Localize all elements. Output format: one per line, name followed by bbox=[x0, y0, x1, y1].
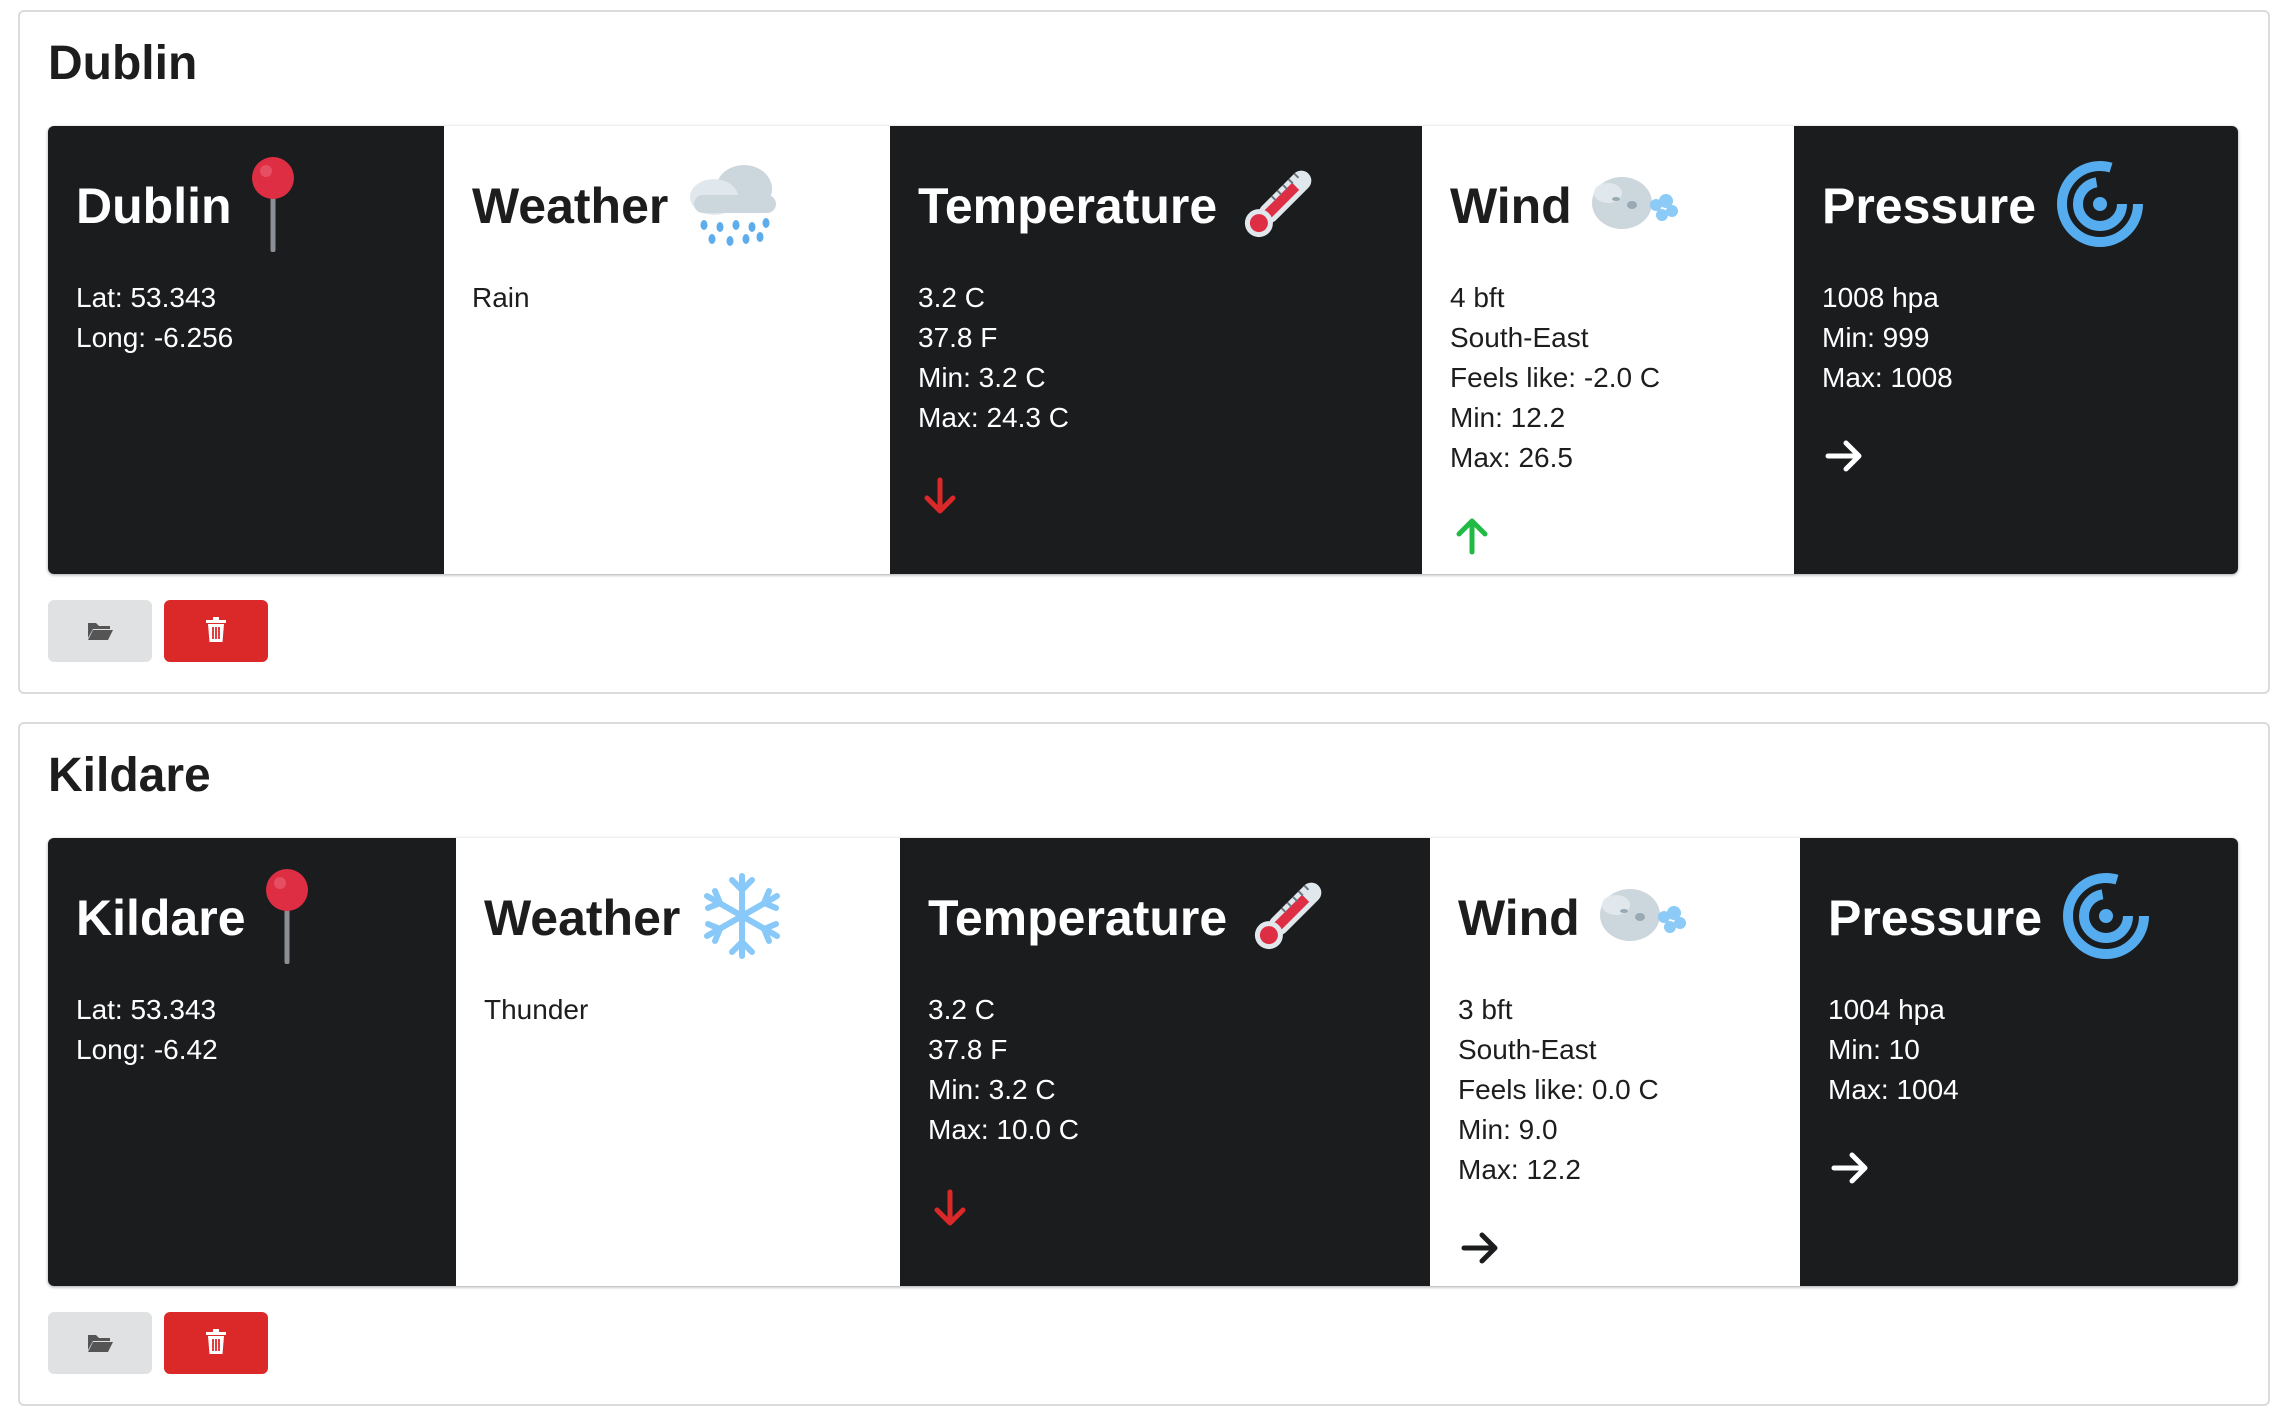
weather-panel: Weather Thunder bbox=[456, 838, 900, 1286]
card-title: Kildare bbox=[48, 749, 211, 802]
arrow-right-icon bbox=[1458, 1226, 1502, 1270]
temperature-panel: Temperature 3.2 C 37.8 F Min: 3.2 C Max:… bbox=[890, 126, 1422, 574]
pressure-hpa: 1008 hpa bbox=[1822, 282, 1939, 313]
temperature-label: Temperature bbox=[918, 178, 1218, 234]
wind-panel: Wind 4 bft South-East Feels like: -2.0 C… bbox=[1422, 126, 1794, 574]
location-name: Kildare bbox=[76, 890, 246, 946]
delete-button[interactable] bbox=[164, 600, 268, 662]
temperature-max: Max: 24.3 C bbox=[918, 402, 1069, 433]
pressure-min: Min: 999 bbox=[1822, 322, 1930, 353]
wind-min: Min: 9.0 bbox=[1458, 1114, 1558, 1145]
city-card-dublin: Dublin Dublin Lat: 53.343 Long: -6.256 W… bbox=[18, 10, 2270, 694]
open-button[interactable] bbox=[48, 1312, 152, 1374]
pressure-max: Max: 1004 bbox=[1828, 1074, 1959, 1105]
wind-direction: South-East bbox=[1458, 1034, 1597, 1065]
open-button[interactable] bbox=[48, 600, 152, 662]
wind-min: Min: 12.2 bbox=[1450, 402, 1566, 433]
folder-open-icon bbox=[86, 1331, 114, 1356]
arrow-right-icon bbox=[1828, 1146, 1872, 1190]
pressure-max: Max: 1008 bbox=[1822, 362, 1953, 393]
arrow-down-icon bbox=[928, 1186, 972, 1230]
wind-feels-like: Feels like: -2.0 C bbox=[1450, 362, 1661, 393]
temperature-celsius: 3.2 C bbox=[918, 282, 985, 313]
longitude: Long: -6.256 bbox=[76, 322, 234, 353]
card-title: Dublin bbox=[48, 37, 198, 90]
folder-open-icon bbox=[86, 619, 114, 644]
snowflake-icon bbox=[696, 870, 788, 967]
trash-icon bbox=[205, 1328, 227, 1358]
round-pushpin-icon bbox=[248, 156, 298, 257]
cyclone-icon bbox=[2052, 156, 2148, 257]
arrow-down-icon bbox=[918, 474, 962, 518]
round-pushpin-icon bbox=[262, 868, 312, 969]
trash-icon bbox=[205, 616, 227, 646]
wind-max: Max: 12.2 bbox=[1458, 1154, 1581, 1185]
weather-label: Weather bbox=[472, 178, 669, 234]
temperature-fahrenheit: 37.8 F bbox=[918, 322, 998, 353]
temperature-label: Temperature bbox=[928, 890, 1228, 946]
pressure-hpa: 1004 hpa bbox=[1828, 994, 1945, 1025]
wind-beaufort: 4 bft bbox=[1450, 282, 1505, 313]
thermometer-icon bbox=[1243, 871, 1333, 966]
weather-panel: Weather Rain bbox=[444, 126, 890, 574]
cyclone-icon bbox=[2058, 868, 2154, 969]
city-card-kildare: Kildare Kildare Lat: 53.343 Long: -6.42 … bbox=[18, 722, 2270, 1406]
latitude: Lat: 53.343 bbox=[76, 282, 217, 313]
wind-beaufort: 3 bft bbox=[1458, 994, 1513, 1025]
pressure-label: Pressure bbox=[1828, 890, 2043, 946]
temperature-celsius: 3.2 C bbox=[928, 994, 995, 1025]
location-panel: Dublin Lat: 53.343 Long: -6.256 bbox=[48, 126, 444, 574]
wind-label: Wind bbox=[1458, 890, 1580, 946]
wind-feels-like: Feels like: 0.0 C bbox=[1458, 1074, 1659, 1105]
temperature-fahrenheit: 37.8 F bbox=[928, 1034, 1008, 1065]
pressure-panel: Pressure 1008 hpa Min: 999 Max: 1008 bbox=[1794, 126, 2238, 574]
pressure-panel: Pressure 1004 hpa Min: 10 Max: 1004 bbox=[1800, 838, 2238, 1286]
temperature-min: Min: 3.2 C bbox=[918, 362, 1046, 393]
temperature-panel: Temperature 3.2 C 37.8 F Min: 3.2 C Max:… bbox=[900, 838, 1430, 1286]
wind-max: Max: 26.5 bbox=[1450, 442, 1573, 473]
weather-strip: Kildare Lat: 53.343 Long: -6.42 Weather … bbox=[48, 838, 2238, 1286]
thermometer-icon bbox=[1233, 159, 1323, 254]
wind-face-icon bbox=[1596, 881, 1692, 956]
pressure-label: Pressure bbox=[1822, 178, 2037, 234]
arrow-up-icon bbox=[1450, 514, 1494, 558]
latitude: Lat: 53.343 bbox=[76, 994, 217, 1025]
weather-strip: Dublin Lat: 53.343 Long: -6.256 Weather … bbox=[48, 126, 2238, 574]
cloud-with-rain-icon bbox=[684, 159, 780, 254]
location-name: Dublin bbox=[76, 178, 232, 234]
temperature-max: Max: 10.0 C bbox=[928, 1114, 1079, 1145]
weather-condition: Thunder bbox=[484, 994, 589, 1025]
temperature-min: Min: 3.2 C bbox=[928, 1074, 1056, 1105]
pressure-min: Min: 10 bbox=[1828, 1034, 1920, 1065]
wind-direction: South-East bbox=[1450, 322, 1589, 353]
delete-button[interactable] bbox=[164, 1312, 268, 1374]
weather-condition: Rain bbox=[472, 282, 530, 313]
location-panel: Kildare Lat: 53.343 Long: -6.42 bbox=[48, 838, 456, 1286]
arrow-right-icon bbox=[1822, 434, 1866, 478]
wind-panel: Wind 3 bft South-East Feels like: 0.0 C … bbox=[1430, 838, 1800, 1286]
wind-face-icon bbox=[1588, 169, 1684, 244]
longitude: Long: -6.42 bbox=[76, 1034, 218, 1065]
weather-label: Weather bbox=[484, 890, 681, 946]
wind-label: Wind bbox=[1450, 178, 1572, 234]
